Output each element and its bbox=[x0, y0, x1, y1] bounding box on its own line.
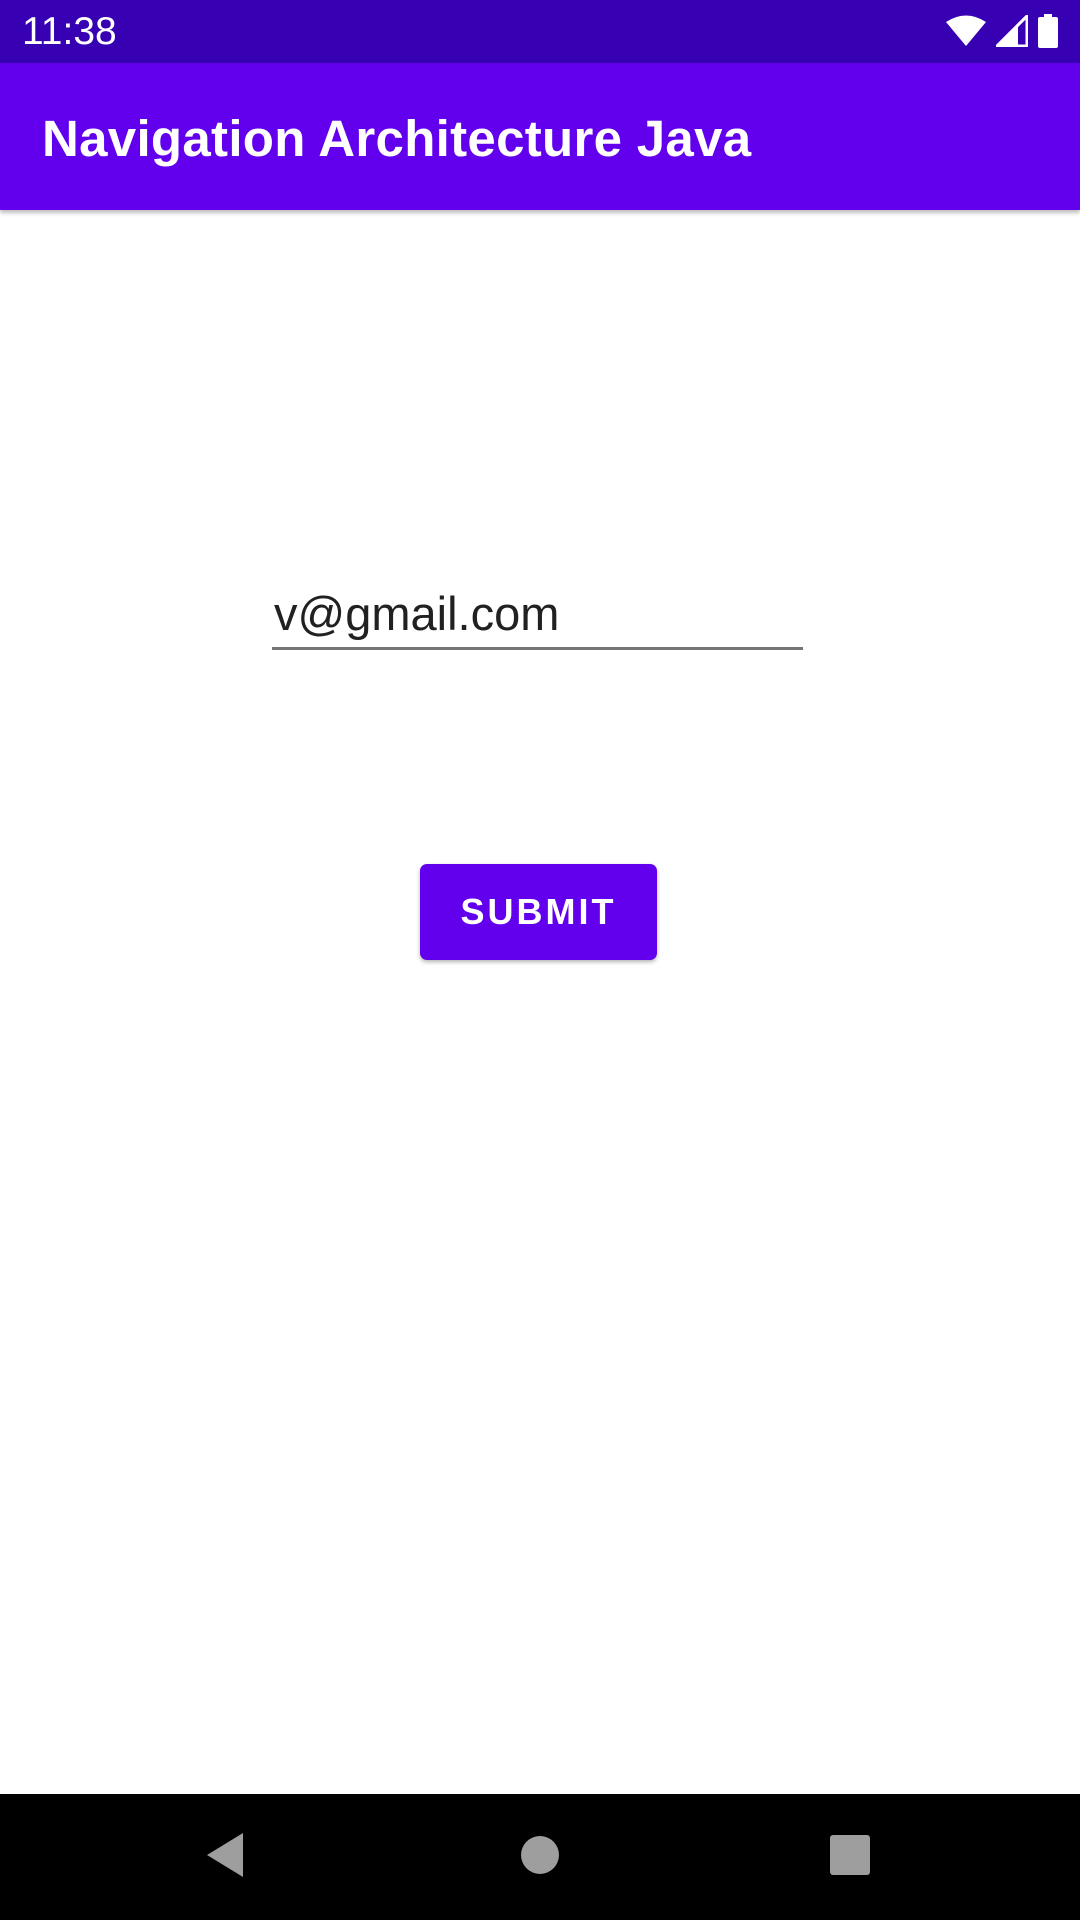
recents-button[interactable] bbox=[815, 1822, 885, 1892]
back-icon bbox=[203, 1831, 247, 1884]
cellular-signal-icon bbox=[996, 15, 1028, 47]
app-title: Navigation Architecture Java bbox=[42, 110, 752, 167]
recents-icon bbox=[830, 1834, 870, 1880]
battery-icon bbox=[1038, 14, 1058, 48]
app-bar: Navigation Architecture Java bbox=[0, 63, 1080, 210]
email-field[interactable] bbox=[272, 580, 803, 650]
status-bar: 11:38 bbox=[0, 0, 1080, 63]
home-button[interactable] bbox=[505, 1822, 575, 1892]
home-icon bbox=[519, 1834, 561, 1881]
navigation-bar bbox=[0, 1794, 1080, 1920]
back-button[interactable] bbox=[190, 1822, 260, 1892]
submit-button[interactable]: SUBMIT bbox=[420, 864, 657, 960]
wifi-icon bbox=[946, 15, 986, 47]
status-icons bbox=[946, 13, 1058, 49]
status-time: 11:38 bbox=[22, 10, 117, 53]
